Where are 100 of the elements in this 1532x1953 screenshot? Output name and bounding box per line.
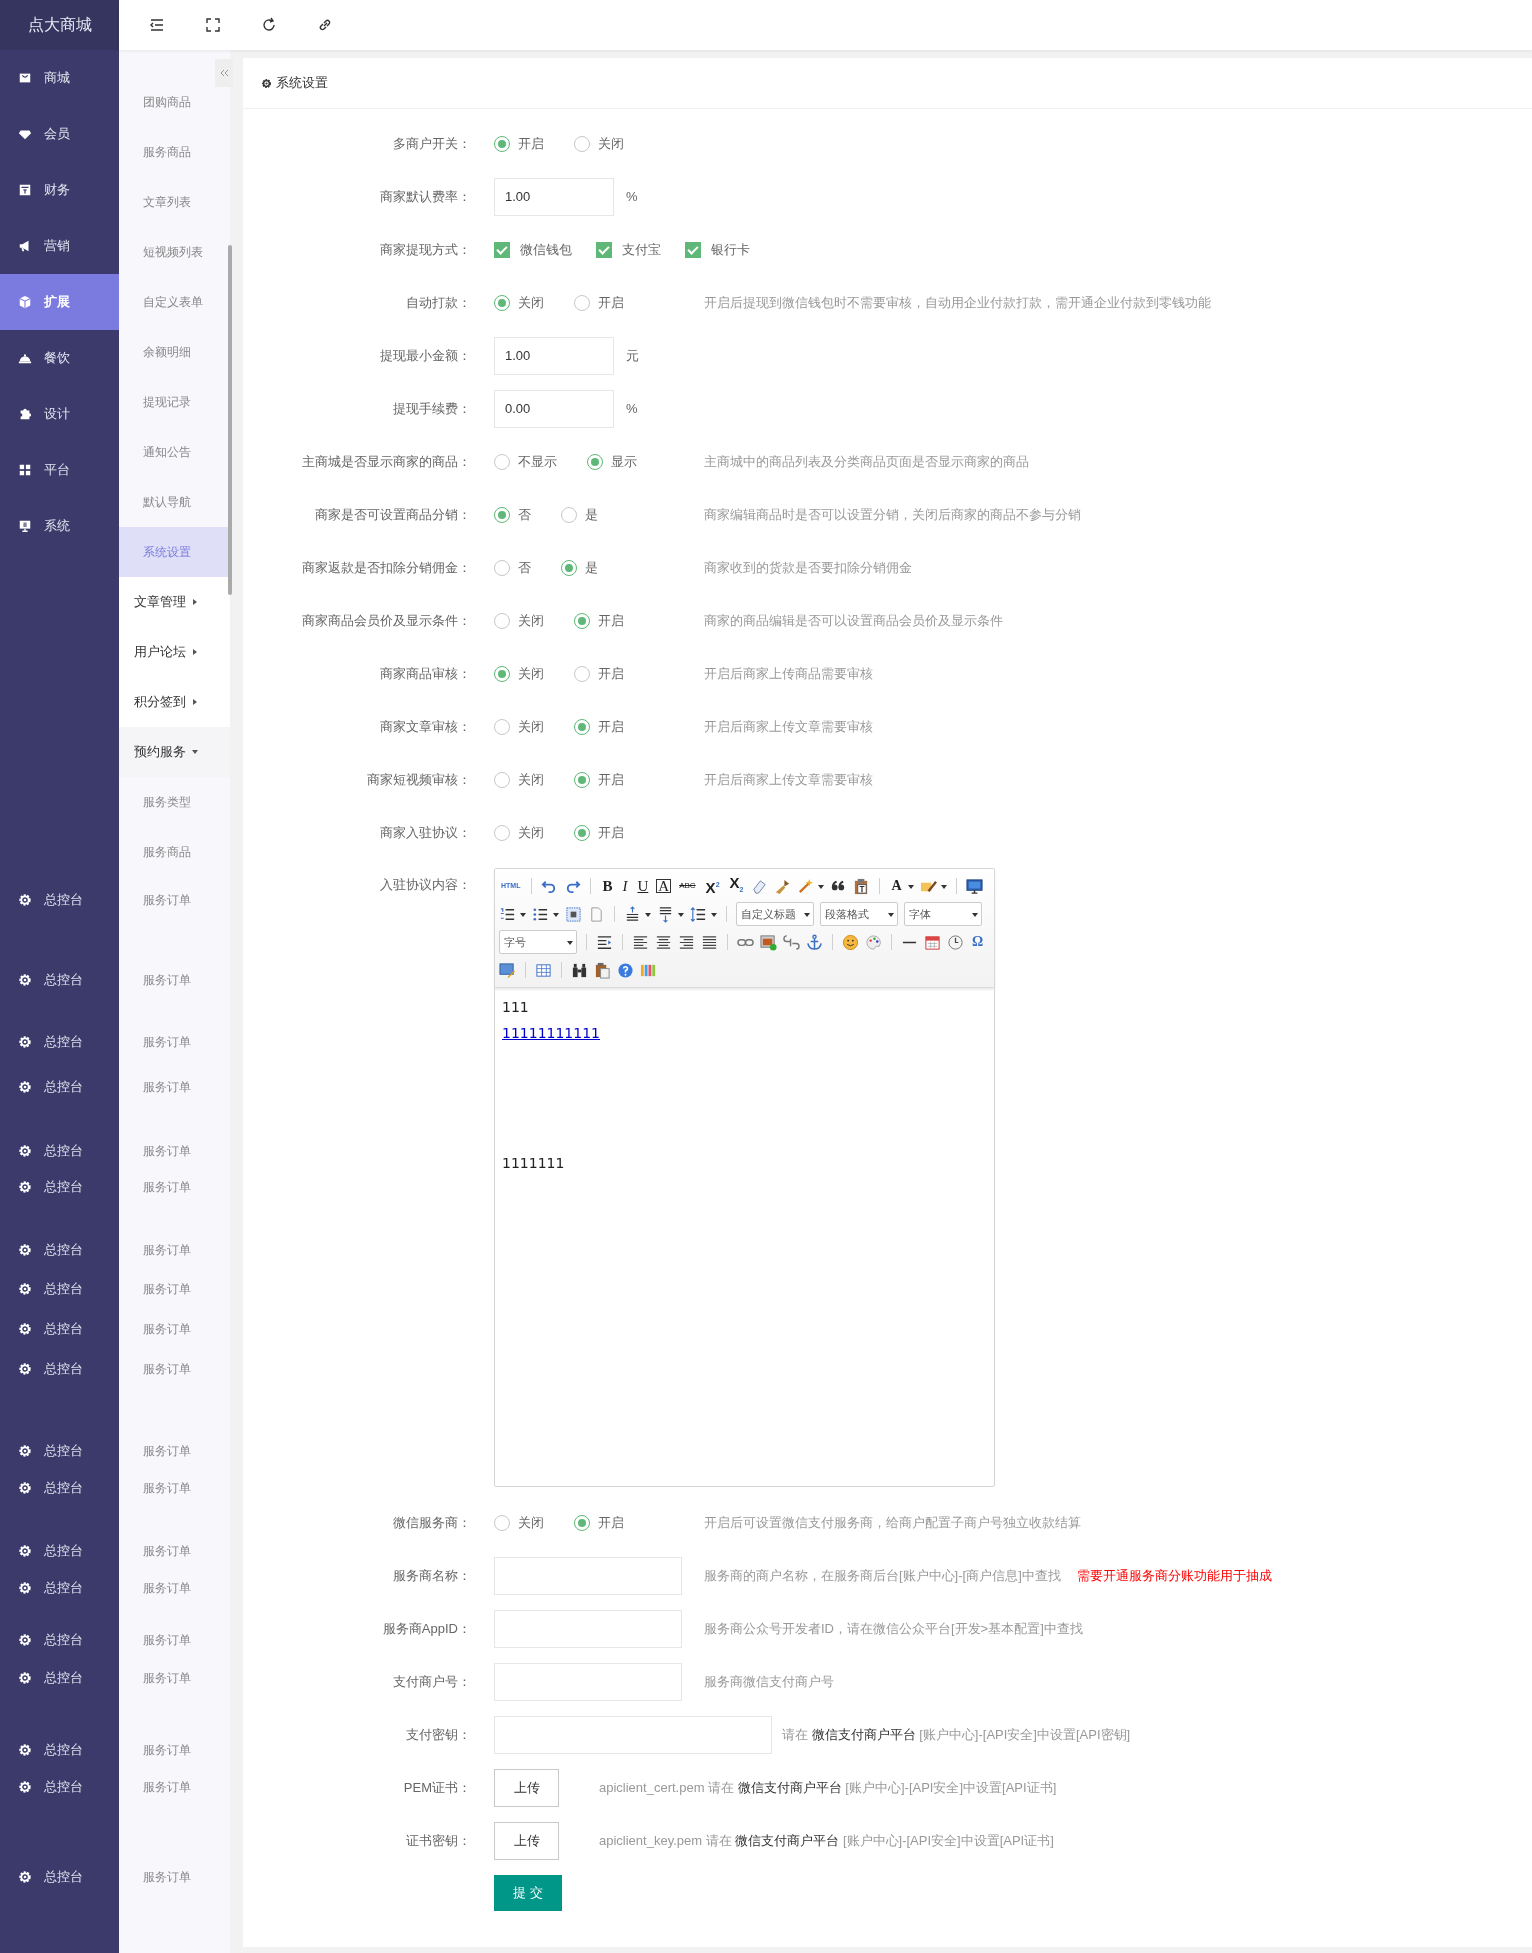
nav-item[interactable]: 总控台 bbox=[44, 1741, 83, 1759]
submenu-item[interactable]: 服务订单 bbox=[119, 1735, 230, 1765]
option-label[interactable]: 开启 bbox=[598, 770, 624, 789]
help-icon[interactable] bbox=[617, 961, 634, 979]
toolbar-dropdown[interactable]: 字体 bbox=[904, 902, 982, 926]
caret-icon[interactable] bbox=[520, 911, 526, 917]
toolbar-dropdown[interactable]: 字号 bbox=[499, 930, 577, 954]
option-label[interactable]: 是 bbox=[585, 505, 598, 524]
unlink-icon[interactable] bbox=[783, 933, 800, 951]
submenu-item[interactable]: 服务订单 bbox=[119, 1772, 230, 1802]
option-label[interactable]: 支付宝 bbox=[622, 240, 661, 259]
nav-item[interactable]: 餐饮 bbox=[0, 330, 119, 386]
option-label[interactable]: 开启 bbox=[598, 293, 624, 312]
nav-item[interactable]: 营销 bbox=[0, 218, 119, 274]
nav-item[interactable]: 总控台 bbox=[44, 891, 83, 909]
submenu-item[interactable]: 服务订单 bbox=[119, 1027, 230, 1057]
submenu-item[interactable]: 服务订单 bbox=[119, 1436, 230, 1466]
text-field[interactable]: 0.00 bbox=[494, 389, 614, 428]
strikethrough-button[interactable]: ABC bbox=[677, 878, 698, 894]
option-label[interactable]: 关闭 bbox=[518, 823, 544, 842]
spacing-bottom-icon[interactable] bbox=[657, 905, 674, 923]
caret-icon[interactable] bbox=[972, 911, 978, 917]
nav-item[interactable]: 总控台 bbox=[44, 1442, 83, 1460]
text-field[interactable] bbox=[494, 1662, 682, 1701]
checkbox[interactable] bbox=[494, 241, 510, 258]
option-label[interactable]: 关闭 bbox=[518, 770, 544, 789]
upload-button[interactable]: 上传 bbox=[494, 1821, 559, 1860]
refresh-icon[interactable] bbox=[261, 17, 277, 33]
link-icon[interactable] bbox=[317, 17, 333, 33]
text-field[interactable] bbox=[494, 1609, 682, 1648]
caret-icon[interactable] bbox=[940, 883, 947, 889]
option-label[interactable]: 不显示 bbox=[518, 452, 557, 471]
submenu-item[interactable]: 服务订单 bbox=[119, 965, 230, 995]
caret-icon[interactable] bbox=[907, 883, 914, 889]
option-label[interactable]: 开启 bbox=[598, 664, 624, 683]
brush-icon[interactable] bbox=[774, 877, 792, 895]
checkbox[interactable] bbox=[596, 241, 612, 258]
nav-item[interactable]: 总控台 bbox=[44, 1631, 83, 1649]
nav-item[interactable]: 会员 bbox=[0, 106, 119, 162]
nav-item[interactable]: 总控台 bbox=[44, 1479, 83, 1497]
fullscreen-icon[interactable] bbox=[205, 17, 221, 33]
submenu-item[interactable]: 通知公告 bbox=[119, 427, 230, 477]
option-label[interactable]: 显示 bbox=[611, 452, 637, 471]
option-label[interactable]: 银行卡 bbox=[711, 240, 750, 259]
submenu-item[interactable]: 服务商品 bbox=[119, 827, 230, 877]
submenu-item[interactable]: 默认导航 bbox=[119, 477, 230, 527]
nav-item[interactable]: 总控台 bbox=[44, 1280, 83, 1298]
option-label[interactable]: 开启 bbox=[598, 823, 624, 842]
option-label[interactable]: 开启 bbox=[598, 717, 624, 736]
caret-icon[interactable] bbox=[818, 883, 825, 889]
option-label[interactable]: 开启 bbox=[598, 1513, 624, 1532]
option-label[interactable]: 关闭 bbox=[518, 611, 544, 630]
subscript-button[interactable]: X$_{2}$ bbox=[727, 874, 746, 898]
submenu-item[interactable]: 服务订单 bbox=[119, 885, 230, 915]
monitor-icon[interactable] bbox=[965, 877, 983, 895]
nav-item[interactable]: 总控台 bbox=[44, 1360, 83, 1378]
submenu-item[interactable]: 文章列表 bbox=[119, 177, 230, 227]
superscript-button[interactable]: X$^{2}$ bbox=[703, 876, 722, 896]
nav-item[interactable]: 平台 bbox=[0, 442, 119, 498]
nav-item[interactable]: 总控台 bbox=[44, 1778, 83, 1796]
spacing-top-icon[interactable] bbox=[624, 905, 641, 923]
nav-item[interactable]: 总控台 bbox=[44, 1241, 83, 1259]
text-field[interactable] bbox=[494, 1556, 682, 1595]
caret-icon[interactable] bbox=[678, 911, 684, 917]
nav-item[interactable]: 总控台 bbox=[44, 1669, 83, 1687]
indent-icon[interactable] bbox=[596, 933, 613, 951]
submenu-item[interactable]: 服务订单 bbox=[119, 1354, 230, 1384]
numbered-list-icon[interactable] bbox=[499, 905, 516, 923]
submit-button[interactable]: 提 交 bbox=[494, 1875, 562, 1911]
dotted-box-icon[interactable] bbox=[565, 905, 582, 923]
nav-item[interactable]: 总控台 bbox=[44, 1033, 83, 1051]
eraser-icon[interactable] bbox=[751, 877, 769, 895]
option-label[interactable]: 关闭 bbox=[518, 1513, 544, 1532]
menu-group[interactable]: 积分签到 bbox=[119, 677, 230, 727]
clock-icon[interactable] bbox=[947, 933, 964, 951]
nav-item[interactable]: 财务 bbox=[0, 162, 119, 218]
clipboard-icon[interactable] bbox=[594, 961, 611, 979]
nav-item[interactable]: 总控台 bbox=[44, 1078, 83, 1096]
submenu-item[interactable]: 服务订单 bbox=[119, 1235, 230, 1265]
password-field[interactable] bbox=[494, 1715, 772, 1754]
scrollbar[interactable] bbox=[228, 245, 232, 595]
font-color-button[interactable]: A bbox=[889, 878, 904, 894]
submenu-item[interactable]: 服务订单 bbox=[119, 1473, 230, 1503]
option-label[interactable]: 是 bbox=[585, 558, 598, 577]
nav-item[interactable]: 系统 bbox=[0, 498, 119, 554]
border-text-button[interactable]: A bbox=[656, 879, 672, 893]
menu-group[interactable]: 预约服务 bbox=[119, 727, 230, 777]
caret-icon[interactable] bbox=[888, 911, 894, 917]
nav-item[interactable]: 总控台 bbox=[44, 1542, 83, 1560]
nav-item[interactable]: 总控台 bbox=[44, 1579, 83, 1597]
submenu-item[interactable]: 服务订单 bbox=[119, 1314, 230, 1344]
submenu-item[interactable]: 短视频列表 bbox=[119, 227, 230, 277]
upload-button[interactable]: 上传 bbox=[494, 1768, 559, 1807]
text-field[interactable]: 1.00 bbox=[494, 336, 614, 375]
toolbar-dropdown[interactable]: 自定义标题 bbox=[736, 902, 814, 926]
table-icon[interactable] bbox=[535, 961, 552, 979]
align-center-icon[interactable] bbox=[655, 933, 672, 951]
nav-item[interactable]: 商城 bbox=[0, 50, 119, 106]
caret-icon[interactable] bbox=[711, 911, 717, 917]
option-label[interactable]: 否 bbox=[518, 558, 531, 577]
